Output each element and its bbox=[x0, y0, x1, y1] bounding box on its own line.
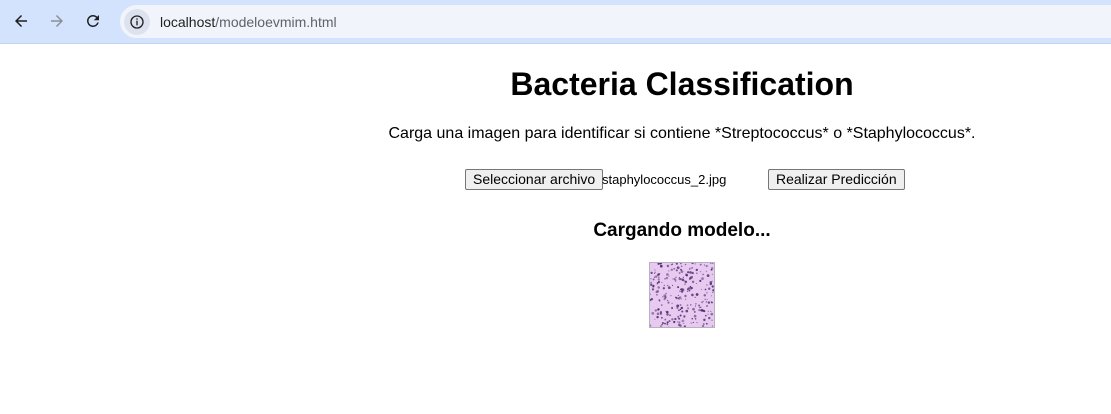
url-host: localhost bbox=[160, 13, 216, 30]
url-path: /modeloevmim.html bbox=[215, 13, 337, 30]
site-info-button[interactable] bbox=[124, 8, 150, 35]
upload-controls: Seleccionar archivo staphylococcus_2.jpg… bbox=[0, 169, 1111, 191]
back-button[interactable] bbox=[6, 6, 36, 36]
status-message: Cargando modelo... bbox=[593, 220, 771, 241]
page-content: Bacteria Classification Carga una imagen… bbox=[0, 44, 1111, 414]
arrow-right-icon bbox=[51, 15, 63, 27]
url-text[interactable]: localhost/modeloevmim.html bbox=[160, 14, 337, 30]
predict-button[interactable]: Realizar Predicción bbox=[768, 169, 905, 190]
selected-file-name: staphylococcus_2.jpg bbox=[602, 172, 727, 187]
choose-file-button[interactable]: Seleccionar archivo bbox=[465, 169, 604, 190]
page-title: Bacteria Classification bbox=[510, 66, 854, 102]
browser-toolbar: localhost/modeloevmim.html bbox=[0, 0, 1111, 44]
arrow-left-icon bbox=[15, 15, 27, 27]
reload-icon bbox=[86, 14, 99, 27]
forward-button[interactable] bbox=[42, 6, 72, 36]
address-bar[interactable]: localhost/modeloevmim.html bbox=[120, 5, 1111, 38]
image-preview bbox=[649, 262, 715, 328]
bacteria-micrograph bbox=[650, 263, 714, 327]
page-subtitle: Carga una imagen para identificar si con… bbox=[388, 125, 976, 142]
reload-button[interactable] bbox=[78, 6, 108, 36]
info-icon bbox=[130, 14, 144, 29]
